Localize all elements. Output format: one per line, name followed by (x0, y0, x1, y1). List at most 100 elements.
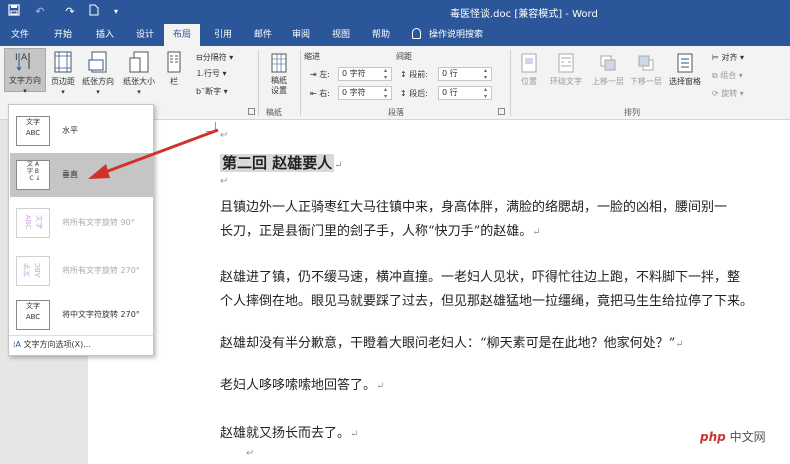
align-label: 对齐 (721, 53, 738, 62)
site-watermark: php 中文网 (700, 428, 766, 445)
tab-design[interactable]: 设计 (128, 24, 162, 46)
tab-mailings[interactable]: 邮件 (246, 24, 280, 46)
tab-view[interactable]: 视图 (324, 24, 358, 46)
option-label: 水平 (62, 126, 78, 135)
paragraph-mark: ↵ (350, 429, 359, 440)
line-numbers-icon: ⒈ (196, 69, 204, 78)
customize-toolbar-icon[interactable]: ▾ (108, 4, 124, 20)
menu-divider (9, 335, 153, 336)
draft-group-label: 稿纸 (266, 108, 282, 117)
bring-forward-button[interactable]: 上移一层 (590, 52, 626, 87)
space-before-text: 段前: (409, 70, 428, 79)
tab-home[interactable]: 开始 (46, 24, 80, 46)
ribbon-tabs: 文件 开始 插入 设计 布局 引用 邮件 审阅 视图 帮助 操作说明搜索 (0, 24, 790, 46)
undo-icon[interactable]: ↶ (32, 4, 48, 20)
align-icon: ⊨ (712, 53, 719, 62)
body-line[interactable]: 老妇人哆哆嗦嗦地回答了。↵ (220, 374, 384, 393)
space-before-input[interactable]: 0 行 (438, 67, 492, 81)
size-button[interactable]: 纸张大小 ▾ (120, 50, 158, 96)
space-after-label: ↕ 段后: (400, 89, 428, 98)
tab-references[interactable]: 引用 (206, 24, 240, 46)
position-label: 位置 (521, 77, 537, 86)
wrap-text-button[interactable]: 环绕文字 (546, 52, 586, 87)
redo-icon[interactable]: ↷ (62, 4, 78, 20)
tab-review[interactable]: 审阅 (284, 24, 318, 46)
send-backward-button[interactable]: 下移一层 (628, 52, 664, 87)
text-direction-option-rotate-270[interactable]: 文字 ABC 将所有文字旋转 270° (10, 249, 153, 293)
rotate-label: 旋转 (721, 89, 738, 98)
orientation-label: 纸张方向 (82, 77, 114, 86)
cjk-rotate-text-icon: 文字 ABC (16, 300, 50, 330)
indent-right-text: 右: (319, 89, 330, 98)
page-setup-launcher-icon[interactable] (248, 108, 255, 115)
draft-settings-label: 稿纸设置 (271, 76, 287, 95)
text-direction-button[interactable]: IA 文字方向 ▾ (4, 48, 46, 95)
body-line[interactable]: 个人摔倒在地。眼见马就要踩了过去，但见那赵雄猛地一拉缰绳，竟把马生生给拉停了下来… (220, 290, 753, 309)
text-direction-option-rotate-90[interactable]: 文字 ABC 将所有文字旋转 90° (10, 201, 153, 245)
tab-insert[interactable]: 插入 (88, 24, 122, 46)
line-numbers-button[interactable]: ⒈行号 ▾ (196, 68, 227, 79)
orientation-icon (88, 51, 107, 73)
arrange-group-label: 排列 (624, 108, 640, 117)
watermark-brand: php (700, 430, 726, 444)
text-direction-options-item[interactable]: ⁞A 文字方向选项(X)... (13, 339, 91, 350)
group-objects-button[interactable]: ⧉ 组合 ▾ (712, 70, 743, 81)
body-line[interactable]: 赵雄却没有半分歉意，干瞪着大眼问老妇人：“柳天素可是在此地？他家何处？”↵ (220, 332, 684, 351)
text-direction-icon: IA (15, 53, 30, 71)
paragraph-mark: ↵ (675, 339, 684, 350)
breaks-button[interactable]: ⊟分隔符 ▾ (196, 52, 233, 63)
group-objects-label: 组合 (720, 71, 737, 80)
annotation-arrow (88, 128, 219, 179)
indent-right-input[interactable]: 0 字符 (338, 86, 392, 100)
selection-pane-label: 选择窗格 (669, 77, 701, 86)
body-line[interactable]: 且镇边外一人正骑枣红大马往镇中来，身高体胖，满脸的络腮胡，一脸的凶相，腰间别一 (220, 196, 727, 215)
watermark-site: 中文网 (729, 430, 766, 444)
bring-forward-icon (600, 55, 616, 71)
text-direction-options-label: 文字方向选项(X)... (23, 340, 91, 349)
margins-button[interactable]: 页边距 ▾ (48, 50, 78, 96)
indent-left-text: 左: (319, 70, 330, 79)
selection-pane-button[interactable]: 选择窗格 (666, 52, 704, 87)
paragraph-group-label: 段落 (388, 108, 404, 117)
indent-right-label: ⇤ 右: (310, 89, 330, 98)
tab-layout[interactable]: 布局 (164, 24, 200, 46)
body-line[interactable]: 赵雄进了镇，仍不缓马速，横冲直撞。一老妇人见状，吓得忙往边上跑，不料脚下一拌，整 (220, 266, 740, 285)
draft-settings-button[interactable]: 稿纸设置 (264, 52, 294, 96)
send-backward-label: 下移一层 (630, 77, 662, 86)
body-line[interactable]: 长刀，正是县衙门里的刽子手，人称“快刀手”的赵雄。↵ (220, 220, 541, 239)
vertical-text-icon: 文 A字 B C ↓ (16, 160, 50, 190)
svg-text:A: A (21, 53, 28, 63)
page-size-icon (129, 51, 149, 73)
empty-paragraph-mark: ↵ (246, 448, 255, 459)
size-label: 纸张大小 (123, 77, 155, 86)
option-label: 将所有文字旋转 270° (62, 266, 140, 275)
rotate-icon: ⟳ (712, 89, 719, 98)
new-document-icon[interactable] (86, 4, 102, 20)
tab-file[interactable]: 文件 (4, 24, 36, 46)
columns-icon (167, 51, 181, 73)
tell-me-search[interactable]: 操作说明搜索 (412, 24, 483, 46)
paragraph-mark: ↵ (376, 381, 385, 392)
line-numbers-label: 行号 (204, 69, 220, 78)
body-line-text: 赵雄就又扬长而去了。 (220, 426, 351, 441)
margins-label: 页边距 (51, 77, 75, 86)
position-button[interactable]: 位置 (514, 52, 544, 87)
rotate-button[interactable]: ⟳ 旋转 ▾ (712, 88, 744, 99)
hyphenation-button[interactable]: b¯断字 ▾ (196, 86, 228, 97)
wrap-text-icon (558, 53, 574, 73)
text-direction-option-cjk-270[interactable]: 文字 ABC 将中文字符旋转 270° (10, 293, 153, 337)
body-line-text: 赵雄却没有半分歉意，干瞪着大眼问老妇人：“柳天素可是在此地？他家何处？” (220, 336, 676, 351)
orientation-button[interactable]: 纸张方向 ▾ (80, 50, 116, 96)
body-line[interactable]: 赵雄就又扬长而去了。↵ (220, 422, 358, 441)
window-title: 毒医怪谈.doc [兼容模式] - Word (450, 9, 598, 20)
space-after-text: 段后: (409, 89, 428, 98)
save-icon[interactable] (6, 4, 22, 20)
indent-left-input[interactable]: 0 字符 (338, 67, 392, 81)
columns-button[interactable]: 栏 (166, 50, 182, 87)
rotate-90-text-icon: 文字 ABC (16, 208, 50, 238)
tab-help[interactable]: 帮助 (364, 24, 398, 46)
bring-forward-label: 上移一层 (592, 77, 624, 86)
space-after-input[interactable]: 0 行 (438, 86, 492, 100)
align-button[interactable]: ⊨ 对齐 ▾ (712, 52, 744, 63)
paragraph-launcher-icon[interactable] (498, 108, 505, 115)
